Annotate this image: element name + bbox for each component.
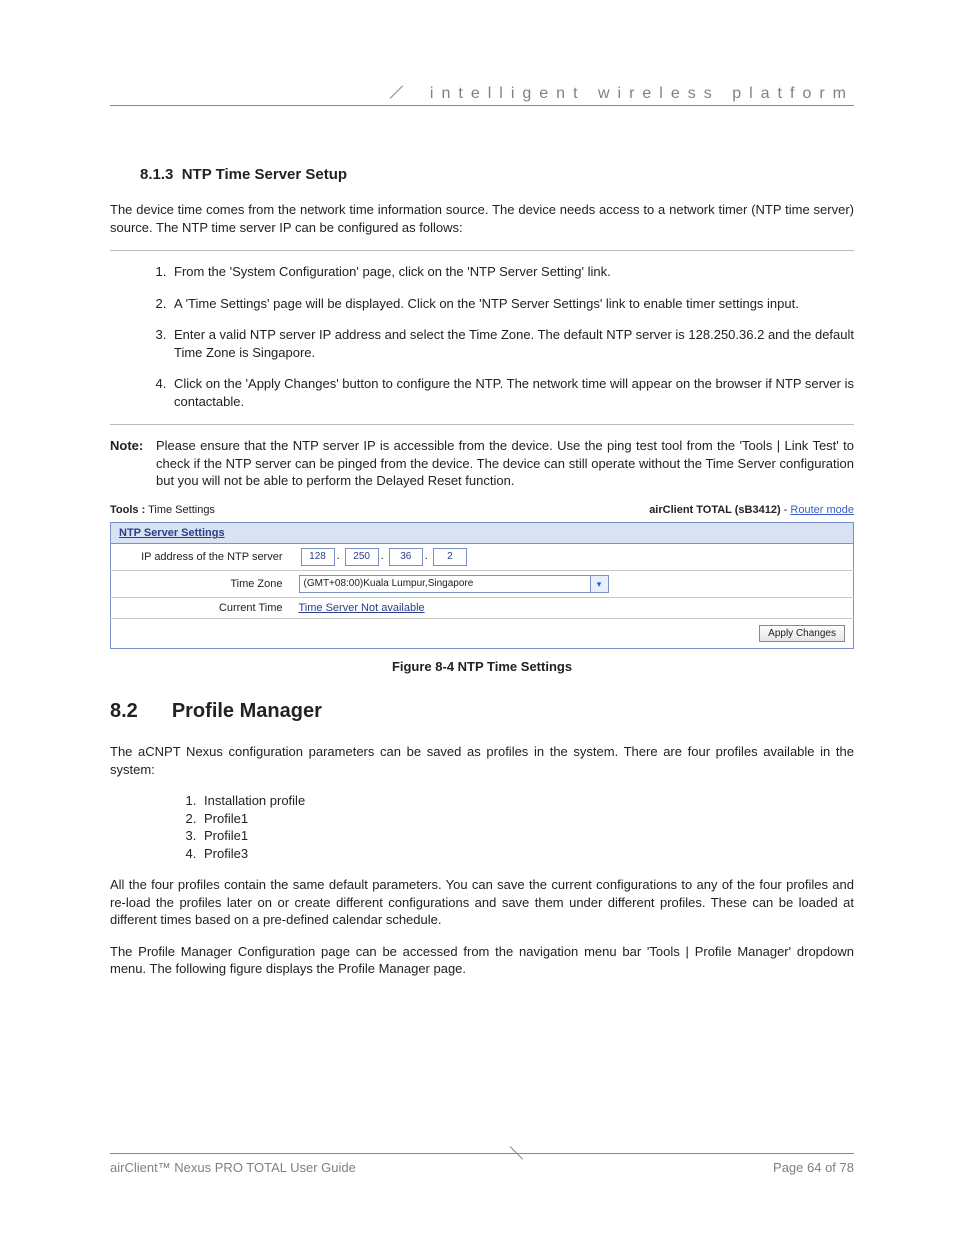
divider xyxy=(110,250,854,251)
timezone-label: Time Zone xyxy=(111,571,291,598)
page-footer: airClient™ Nexus PRO TOTAL User Guide Pa… xyxy=(110,1153,854,1175)
step-item: A 'Time Settings' page will be displayed… xyxy=(170,295,854,313)
breadcrumb: Tools : Time Settings xyxy=(110,504,215,516)
note-label: Note: xyxy=(110,437,156,490)
paragraph: All the four profiles contain the same d… xyxy=(110,876,854,929)
list-item: Profile1 xyxy=(200,810,854,828)
separator: - xyxy=(781,504,791,516)
header-rule xyxy=(110,105,854,106)
list-item: Profile3 xyxy=(200,845,854,863)
breadcrumb-label: Tools : xyxy=(110,504,145,516)
footer-right: Page 64 of 78 xyxy=(773,1160,854,1175)
ip-input-group: 128. 250. 36. 2 xyxy=(291,544,854,571)
ip-octet-input[interactable]: 250 xyxy=(345,548,379,566)
section-82-heading: 8.2 Profile Manager xyxy=(110,700,854,723)
section-title-text: Profile Manager xyxy=(172,700,322,723)
ip-octet-input[interactable]: 128 xyxy=(301,548,335,566)
ip-label: IP address of the NTP server xyxy=(111,544,291,571)
step-item: Enter a valid NTP server IP address and … xyxy=(170,326,854,361)
ip-octet-input[interactable]: 2 xyxy=(433,548,467,566)
ip-octet-input[interactable]: 36 xyxy=(389,548,423,566)
chevron-down-icon: ▾ xyxy=(590,576,608,592)
paragraph: The aCNPT Nexus configuration parameters… xyxy=(110,743,854,778)
section-number: 8.1.3 xyxy=(140,166,173,183)
breadcrumb-value: Time Settings xyxy=(148,504,215,516)
list-item: Profile1 xyxy=(200,827,854,845)
footer-left: airClient™ Nexus PRO TOTAL User Guide xyxy=(110,1160,356,1175)
mode-link[interactable]: Router mode xyxy=(790,504,854,516)
note-text: Please ensure that the NTP server IP is … xyxy=(156,437,854,490)
note-block: Note: Please ensure that the NTP server … xyxy=(110,437,854,490)
current-time-label: Current Time xyxy=(111,598,291,619)
section-title-text: NTP Time Server Setup xyxy=(182,166,347,183)
device-mode: airClient TOTAL (sB3412) - Router mode xyxy=(649,504,854,516)
ntp-server-settings-link[interactable]: NTP Server Settings xyxy=(119,527,225,539)
device-name: airClient TOTAL (sB3412) xyxy=(649,504,780,516)
step-item: From the 'System Configuration' page, cl… xyxy=(170,263,854,281)
ntp-table: NTP Server Settings IP address of the NT… xyxy=(110,522,854,649)
apply-changes-button[interactable]: Apply Changes xyxy=(759,625,845,642)
paragraph: The Profile Manager Configuration page c… xyxy=(110,943,854,978)
timezone-select[interactable]: (GMT+08:00)Kuala Lumpur,Singapore ▾ xyxy=(299,575,609,593)
figure-caption: Figure 8-4 NTP Time Settings xyxy=(110,659,854,674)
steps-list: From the 'System Configuration' page, cl… xyxy=(170,263,854,410)
ntp-settings-figure: Tools : Time Settings airClient TOTAL (s… xyxy=(110,504,854,649)
current-time-value: Time Server Not available xyxy=(299,602,425,614)
timezone-value: (GMT+08:00)Kuala Lumpur,Singapore xyxy=(304,578,474,589)
section-number: 8.2 xyxy=(110,700,138,723)
footer-rule xyxy=(110,1153,854,1154)
section-813-heading: 8.1.3 NTP Time Server Setup xyxy=(140,166,854,183)
divider xyxy=(110,424,854,425)
profiles-list: Installation profile Profile1 Profile1 P… xyxy=(200,792,854,862)
step-item: Click on the 'Apply Changes' button to c… xyxy=(170,375,854,410)
header-tagline: intelligent wireless platform xyxy=(110,85,854,103)
intro-paragraph: The device time comes from the network t… xyxy=(110,201,854,236)
list-item: Installation profile xyxy=(200,792,854,810)
